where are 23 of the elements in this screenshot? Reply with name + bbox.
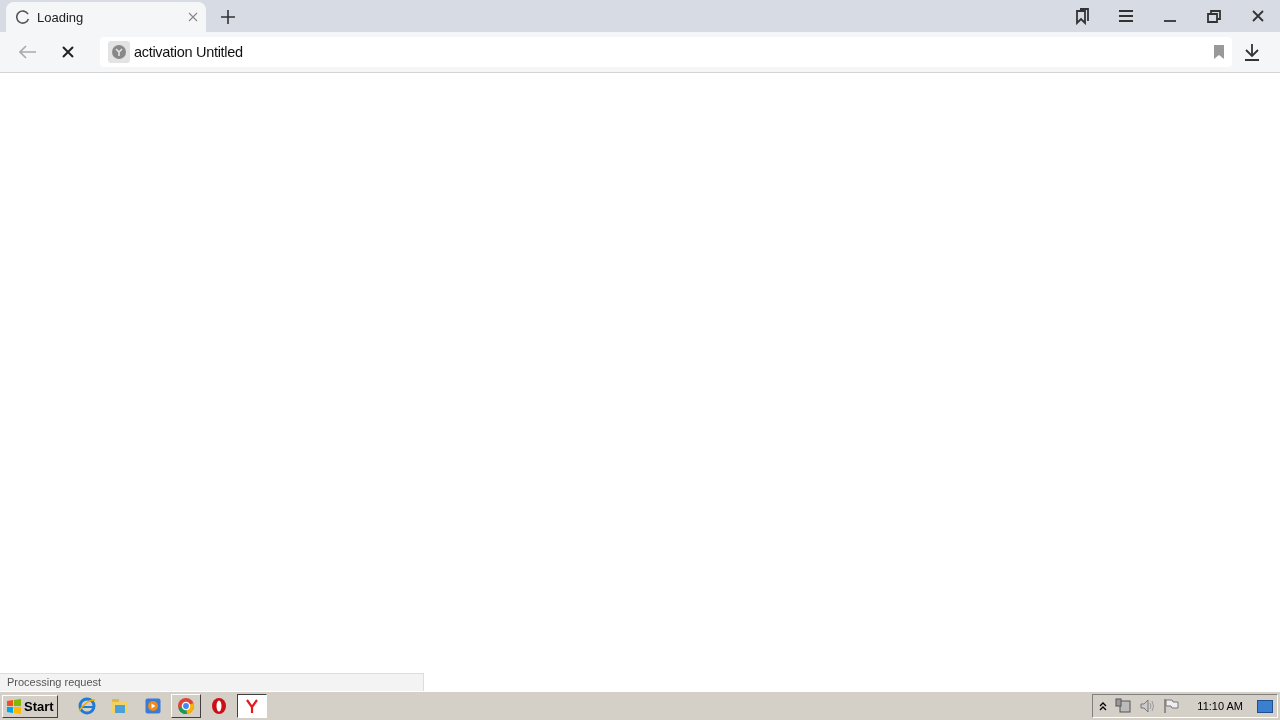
address-bar[interactable]: activation Untitled (100, 37, 1232, 67)
play-icon (144, 698, 161, 714)
taskbar-app-button[interactable] (236, 694, 267, 718)
site-icon (108, 41, 130, 63)
network-icon[interactable] (1115, 698, 1132, 714)
o-icon (210, 697, 227, 715)
new-tab-button[interactable] (220, 9, 236, 25)
globe-icon (77, 697, 96, 715)
folder-icon (110, 698, 129, 714)
start-button[interactable]: Start (2, 694, 58, 718)
show-desktop-icon[interactable] (1257, 699, 1273, 713)
flag-icon[interactable] (1163, 698, 1180, 714)
windows-logo-icon (6, 698, 22, 714)
speaker-icon[interactable] (1139, 698, 1156, 714)
y-icon (243, 698, 260, 714)
browser-tab[interactable]: Loading (6, 2, 206, 32)
close-icon[interactable] (188, 12, 198, 22)
ring-icon (176, 697, 195, 715)
status-bar: Processing request (0, 673, 424, 691)
bookmark-icon[interactable] (1214, 45, 1224, 59)
chevron-icon[interactable] (1099, 701, 1108, 711)
address-text: activation Untitled (134, 44, 244, 60)
clock[interactable]: 11:10 AM (1197, 700, 1243, 712)
